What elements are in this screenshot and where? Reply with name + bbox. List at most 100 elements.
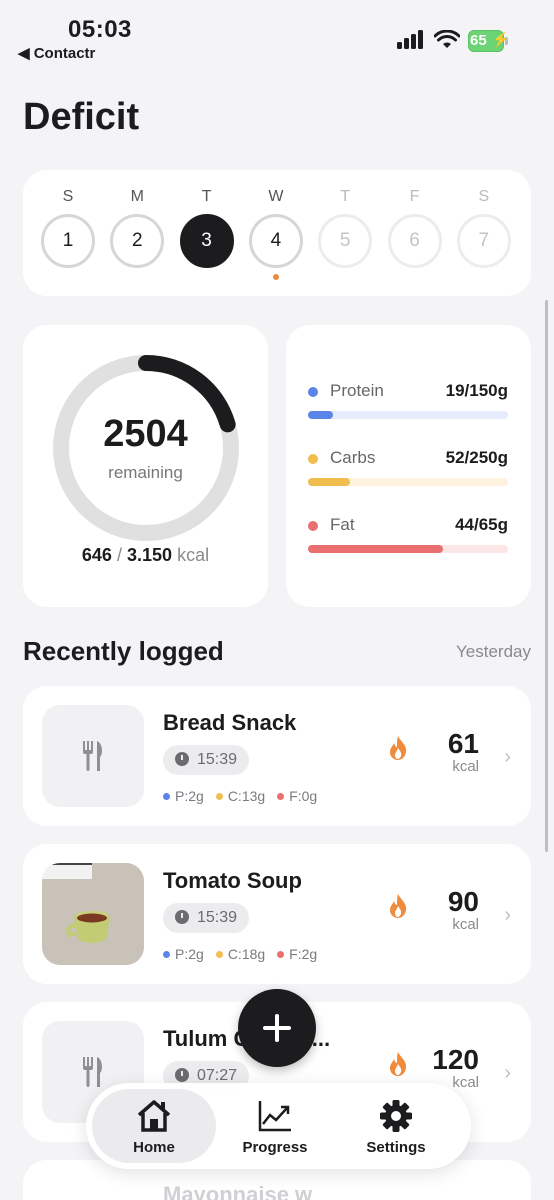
chart-line-icon (258, 1101, 291, 1132)
day-letter: M (130, 188, 144, 205)
day-circle[interactable]: 3 (179, 214, 234, 268)
food-name: Tomato Soup (163, 868, 302, 893)
food-photo (42, 863, 144, 965)
clock-icon (175, 910, 189, 924)
day-6[interactable]: F6 (387, 170, 443, 296)
food-kcal-value: 90 (447, 886, 479, 917)
macro-fat: Fat 44/65g (308, 515, 508, 555)
day-circle[interactable]: 4 (248, 214, 303, 268)
gear-icon (380, 1100, 412, 1132)
week-selector: S1M2T3W4T5F6S7 (23, 170, 531, 296)
day-circle[interactable]: 7 (456, 214, 511, 268)
day-circle[interactable]: 1 (41, 214, 95, 268)
food-kcal-value: 61 (447, 728, 479, 759)
food-time-pill: 15:39 (163, 745, 250, 775)
recently-logged-title: Recently logged (23, 636, 224, 666)
calories-unit: kcal (177, 545, 210, 565)
food-kcal-value: 120 (432, 1044, 479, 1075)
macro-progress-track (308, 478, 508, 486)
food-macros: P:2g C:13g F:0g (163, 788, 329, 804)
flame-icon (390, 1052, 407, 1076)
scrollbar[interactable] (545, 300, 548, 852)
macro-progress-fill (308, 411, 334, 419)
food-time: 15:39 (197, 751, 238, 768)
day-2[interactable]: M2 (109, 170, 165, 296)
macro-value: 44/65g (455, 515, 508, 534)
today-indicator (272, 274, 279, 280)
day-1[interactable]: S1 (40, 170, 96, 296)
battery-level: 65 (470, 32, 487, 49)
add-food-button[interactable] (238, 989, 316, 1067)
macro-progress-fill (308, 478, 350, 486)
food-calories: 90 kcal (390, 886, 479, 933)
fork-knife-icon (83, 1057, 102, 1087)
day-circle[interactable]: 2 (110, 214, 165, 268)
macro-carbs: Carbs 52/250g (308, 448, 508, 488)
chevron-right-icon[interactable]: › (504, 746, 511, 769)
macro-progress-track (308, 545, 508, 553)
cellular-signal-icon (397, 30, 423, 49)
home-icon (137, 1100, 171, 1132)
nav-label: Progress (242, 1139, 308, 1156)
calories-goal: 3.150 (127, 545, 173, 565)
food-kcal-unit: kcal (452, 916, 479, 933)
calories-remaining-label: remaining (108, 463, 183, 482)
calories-consumed: 646 (81, 545, 112, 565)
day-4[interactable]: W4 (248, 170, 304, 296)
day-circle[interactable]: 6 (387, 214, 442, 268)
food-fat: F:2g (289, 946, 318, 962)
calories-remaining-value: 2504 (103, 413, 188, 455)
day-letter: S (478, 188, 490, 205)
status-bar: 05:03 ◀ Contactr 65 ⚡ (0, 0, 554, 64)
macro-progress-track (308, 411, 508, 419)
food-time: 15:39 (197, 909, 238, 926)
calories-separator: / (116, 545, 122, 565)
nav-home[interactable]: Home (92, 1089, 216, 1163)
chevron-right-icon[interactable]: › (504, 904, 511, 927)
day-7[interactable]: S7 (456, 170, 512, 296)
day-letter: T (201, 188, 212, 205)
food-calories: 61 kcal (390, 728, 479, 775)
food-carbs: C:13g (227, 788, 266, 804)
nav-progress[interactable]: Progress (213, 1089, 337, 1163)
nav-label: Settings (366, 1139, 426, 1156)
food-time-pill: 15:39 (163, 903, 250, 933)
macro-value: 19/150g (445, 381, 508, 400)
food-card[interactable]: Tomato Soup 15:39 P:2g C:18g F:2g 90 kcal › (23, 844, 531, 984)
macro-name: Protein (330, 381, 384, 400)
day-letter: T (340, 188, 351, 205)
food-card[interactable]: Bread Snack 15:39 P:2g C:13g F:0g 61 kcal › (23, 686, 531, 826)
nav-label: Home (133, 1139, 175, 1156)
food-carbs: C:18g (227, 946, 266, 962)
food-fat: F:0g (289, 788, 318, 804)
macros-card[interactable]: Protein 19/150g Carbs 52/250g Fat 44/65g (286, 325, 531, 607)
day-letter: S (62, 188, 74, 205)
clock-icon (175, 1068, 189, 1082)
day-letter: F (409, 188, 420, 205)
day-circle[interactable]: 5 (318, 214, 373, 268)
chevron-right-icon[interactable]: › (504, 1062, 511, 1085)
calorie-summary-card[interactable]: 2504 remaining 646 / 3.150 kcal (23, 325, 268, 607)
date-filter-label[interactable]: Yesterday (456, 642, 531, 662)
day-5[interactable]: T5 (317, 170, 373, 296)
flame-icon (390, 894, 407, 918)
back-to-app-link[interactable]: ◀ Contactr (18, 44, 95, 62)
macro-color-dot (308, 454, 318, 464)
status-time: 05:03 (68, 16, 132, 43)
food-protein: P:2g (175, 788, 204, 804)
food-time: 07:27 (197, 1067, 238, 1084)
battery-icon: 65 ⚡ (468, 30, 509, 52)
clock-icon (175, 752, 189, 766)
food-macros: P:2g C:18g F:2g (163, 946, 329, 962)
food-name: Bread Snack (163, 710, 297, 735)
macro-protein: Protein 19/150g (308, 381, 508, 421)
macro-color-dot (308, 521, 318, 531)
nav-settings[interactable]: Settings (334, 1089, 458, 1163)
fork-knife-icon (83, 741, 102, 771)
day-3[interactable]: T3 (179, 170, 235, 296)
page-title: Deficit (23, 96, 140, 138)
food-thumbnail (42, 705, 144, 807)
food-name: Mayonnaise w (163, 1182, 313, 1200)
bottom-navigation: Home Progress Settings (86, 1083, 471, 1169)
flame-icon (390, 736, 407, 760)
